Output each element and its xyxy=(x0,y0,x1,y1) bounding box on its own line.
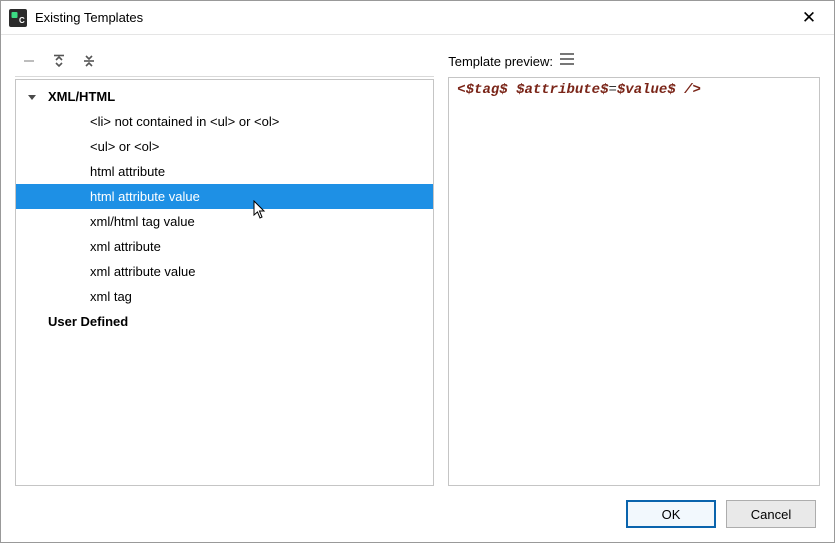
tree-category-label: User Defined xyxy=(42,314,134,329)
tree-item-html-attribute-value[interactable]: html attribute value xyxy=(16,184,433,209)
preview-token-tag: $tag$ xyxy=(466,82,508,98)
templates-panel: XML/HTML <li> not contained in <ul> or <o… xyxy=(15,49,434,486)
menu-icon[interactable] xyxy=(559,52,575,70)
tree-item-xml-attribute-value[interactable]: xml attribute value xyxy=(16,259,433,284)
dialog-footer: OK Cancel xyxy=(1,486,834,542)
dialog-content: XML/HTML <li> not contained in <ul> or <o… xyxy=(1,35,834,486)
ok-button-label: OK xyxy=(662,507,681,522)
expand-all-icon[interactable] xyxy=(47,50,71,72)
tree-item-label: <ul> or <ol> xyxy=(90,139,159,154)
cancel-button[interactable]: Cancel xyxy=(726,500,816,528)
tree-item-xml-attribute[interactable]: xml attribute xyxy=(16,234,433,259)
tree-item-html-attribute[interactable]: html attribute xyxy=(16,159,433,184)
app-icon: C xyxy=(9,9,27,27)
tree-item-xml-html-tag-value[interactable]: xml/html tag value xyxy=(16,209,433,234)
preview-panel: Template preview: <$tag$ $attribute$=$va… xyxy=(448,49,820,486)
collapse-all-icon[interactable] xyxy=(77,50,101,72)
title-bar: C Existing Templates ✕ xyxy=(1,1,834,35)
svg-text:C: C xyxy=(19,16,25,25)
cancel-button-label: Cancel xyxy=(751,507,791,522)
tree-item-xml-tag[interactable]: xml tag xyxy=(16,284,433,309)
dialog-window: C Existing Templates ✕ xyxy=(0,0,835,543)
tree-item-label: xml/html tag value xyxy=(90,214,195,229)
close-button[interactable]: ✕ xyxy=(786,1,832,35)
tree-item-label: xml attribute value xyxy=(90,264,196,279)
window-title: Existing Templates xyxy=(35,10,786,25)
tree-item-label: html attribute value xyxy=(90,189,200,204)
preview-editor[interactable]: <$tag$ $attribute$=$value$ /> xyxy=(448,77,820,486)
tree-item-li-not-contained[interactable]: <li> not contained in <ul> or <ol> xyxy=(16,109,433,134)
tree-category-xml-html[interactable]: XML/HTML xyxy=(16,84,433,109)
tree-item-label: <li> not contained in <ul> or <ol> xyxy=(90,114,279,129)
remove-icon xyxy=(17,50,41,72)
tree-item-label: html attribute xyxy=(90,164,165,179)
close-icon: ✕ xyxy=(802,8,816,28)
preview-header: Template preview: xyxy=(448,49,820,77)
preview-token-close: /> xyxy=(676,82,701,98)
tree-item-label: xml tag xyxy=(90,289,132,304)
preview-token-eq: = xyxy=(608,82,616,98)
chevron-right-icon[interactable] xyxy=(24,314,40,330)
preview-token-open: < xyxy=(457,82,465,98)
template-tree[interactable]: XML/HTML <li> not contained in <ul> or <o… xyxy=(15,79,434,486)
ok-button[interactable]: OK xyxy=(626,500,716,528)
tree-toolbar xyxy=(15,49,434,77)
preview-token-val: $value$ xyxy=(617,82,676,98)
preview-token-attr: $attribute$ xyxy=(516,82,608,98)
tree-item-label: xml attribute xyxy=(90,239,161,254)
preview-token-space xyxy=(508,82,516,98)
tree-item-ul-or-ol[interactable]: <ul> or <ol> xyxy=(16,134,433,159)
tree-category-label: XML/HTML xyxy=(42,89,121,104)
tree-category-user-defined[interactable]: User Defined xyxy=(16,309,433,334)
preview-label: Template preview: xyxy=(448,54,553,69)
chevron-down-icon[interactable] xyxy=(24,89,40,105)
